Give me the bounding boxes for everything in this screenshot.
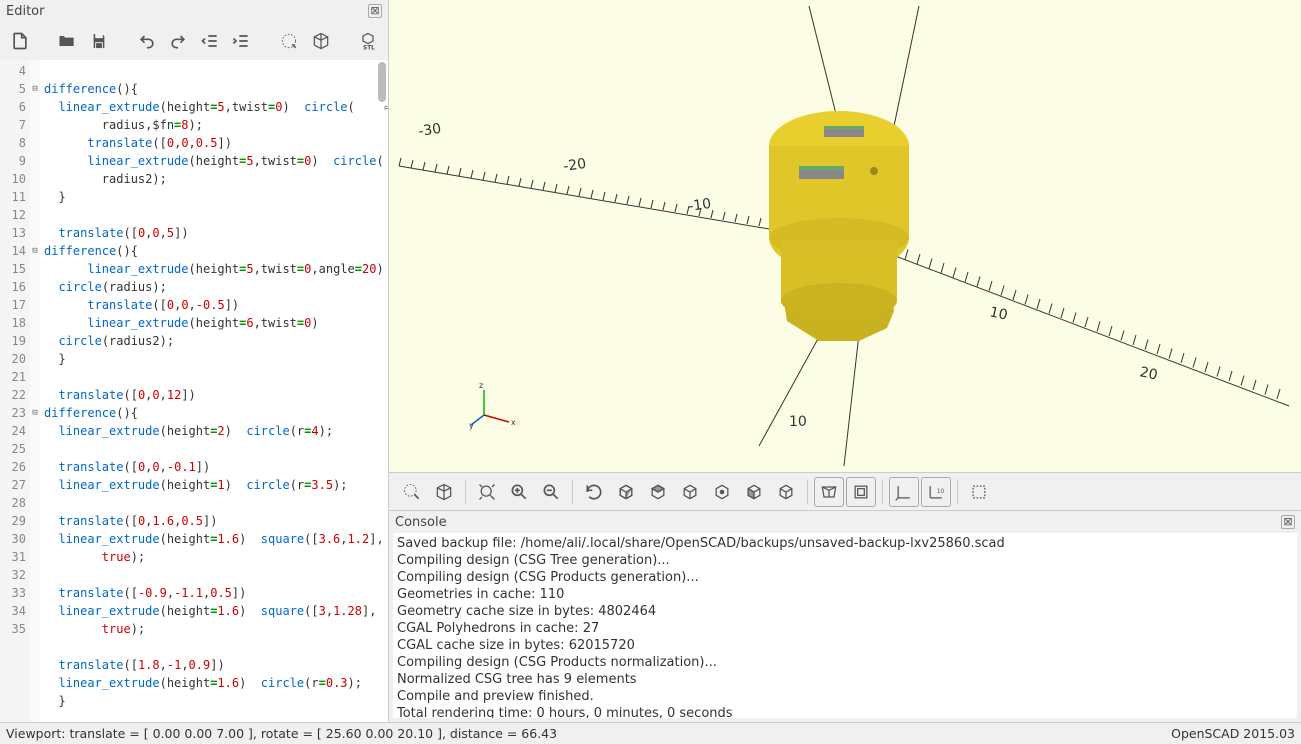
view-left-button[interactable] [739, 477, 769, 507]
svg-text:10: 10 [988, 304, 1009, 323]
perspective-button[interactable] [814, 477, 844, 507]
editor-close-icon[interactable]: ⊠ [368, 4, 382, 18]
unindent-button[interactable] [196, 27, 224, 55]
editor-panel: Editor ⊠ STL 456789101112131415161718192… [0, 0, 389, 722]
svg-text:z: z [479, 381, 483, 390]
3d-scene: -30 -20 -10 10 20 10 [389, 0, 1301, 472]
indent-button[interactable] [228, 27, 256, 55]
console-panel: Console ⊠ Saved backup file: /home/ali/.… [389, 510, 1301, 722]
code-content[interactable]: difference(){ linear_extrude(height=5,tw… [40, 60, 388, 722]
preview-view-button[interactable] [397, 477, 427, 507]
render-view-button[interactable] [429, 477, 459, 507]
render-button[interactable] [307, 27, 335, 55]
preview-button[interactable] [275, 27, 303, 55]
svg-text:-20: -20 [562, 156, 587, 175]
line-number-gutter: 4567891011121314151617181920212223242526… [0, 60, 30, 722]
view-center-button[interactable] [707, 477, 737, 507]
svg-text:x: x [511, 418, 516, 427]
undo-button[interactable] [133, 27, 161, 55]
redo-button[interactable] [164, 27, 192, 55]
svg-text:10: 10 [789, 414, 807, 430]
new-file-button[interactable] [6, 27, 34, 55]
view-toolbar: 10 [389, 472, 1301, 510]
right-panel: -30 -20 -10 10 20 10 [389, 0, 1301, 722]
show-axes-button[interactable] [889, 477, 919, 507]
viewport-info: Viewport: translate = [ 0.00 0.00 7.00 ]… [6, 726, 557, 741]
show-scale-button[interactable]: 10 [921, 477, 951, 507]
zoom-out-button[interactable] [536, 477, 566, 507]
editor-title: Editor [6, 4, 44, 19]
svg-text:20: 20 [1138, 364, 1159, 383]
axes-indicator: z y x [469, 380, 519, 430]
console-output[interactable]: Saved backup file: /home/ali/.local/shar… [393, 533, 1297, 718]
editor-header: Editor ⊠ [0, 0, 388, 22]
code-editor[interactable]: 4567891011121314151617181920212223242526… [0, 60, 388, 722]
svg-text:y: y [469, 421, 474, 430]
view-top-button[interactable] [643, 477, 673, 507]
view-all-button[interactable] [472, 477, 502, 507]
fold-gutter[interactable]: ⊟⊟⊟ [30, 60, 40, 722]
editor-toolbar: STL [0, 22, 388, 60]
3d-viewport[interactable]: -30 -20 -10 10 20 10 [389, 0, 1301, 472]
view-back-button[interactable] [771, 477, 801, 507]
svg-text:STL: STL [363, 45, 375, 51]
view-diagonal-button[interactable] [675, 477, 705, 507]
reset-view-button[interactable] [579, 477, 609, 507]
svg-text:10: 10 [937, 488, 945, 494]
console-header: Console ⊠ [389, 511, 1301, 533]
zoom-in-button[interactable] [504, 477, 534, 507]
svg-text:-10: -10 [687, 196, 712, 215]
orthogonal-button[interactable] [846, 477, 876, 507]
status-bar: Viewport: translate = [ 0.00 0.00 7.00 ]… [0, 722, 1301, 744]
scrollbar-thumb[interactable] [378, 62, 386, 102]
console-close-icon[interactable]: ⊠ [1281, 515, 1295, 529]
console-title: Console [395, 515, 447, 530]
open-file-button[interactable] [54, 27, 82, 55]
svg-text:-30: -30 [417, 121, 442, 140]
view-right-button[interactable] [611, 477, 641, 507]
save-file-button[interactable] [85, 27, 113, 55]
app-version: OpenSCAD 2015.03 [1171, 726, 1295, 741]
wireframe-button[interactable] [964, 477, 994, 507]
export-stl-button[interactable]: STL [354, 27, 382, 55]
